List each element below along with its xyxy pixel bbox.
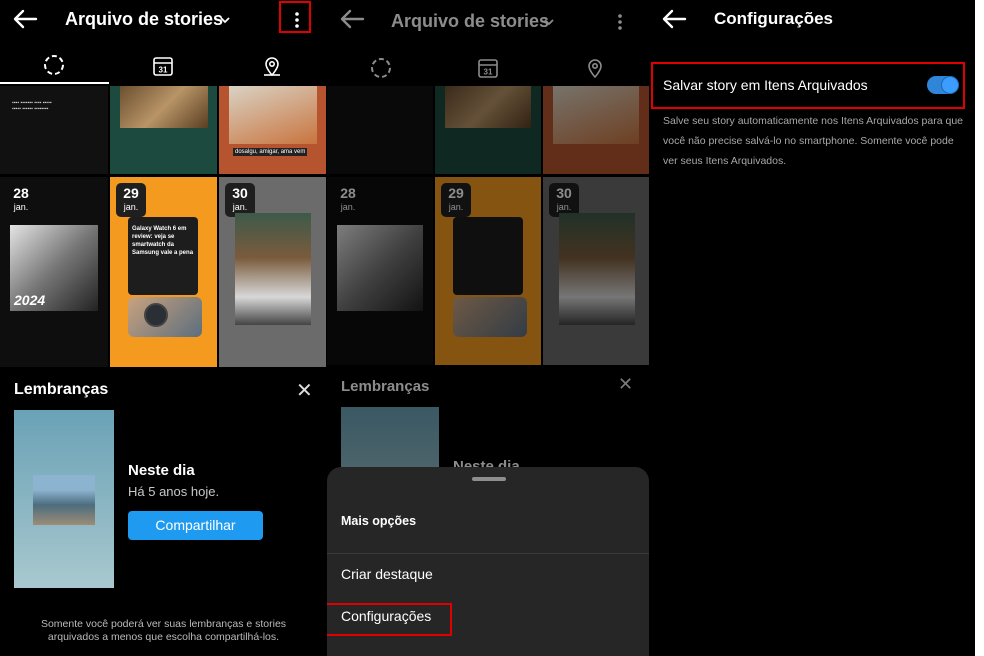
- date-badge: 29 jan.: [441, 183, 471, 217]
- chevron-down-icon[interactable]: [219, 15, 231, 25]
- dimmed-background: Arquivo de stories 31 28 jan. 29 jan. 30…: [327, 0, 649, 477]
- archive-tabs: 31: [0, 48, 327, 84]
- close-icon[interactable]: ✕: [618, 374, 633, 395]
- story-tile[interactable]: 30 jan.: [543, 177, 649, 365]
- date-badge: 30 jan.: [549, 183, 579, 217]
- back-arrow-icon[interactable]: [661, 8, 687, 30]
- tab-calendar[interactable]: 31: [434, 50, 541, 86]
- sheet-handle[interactable]: [472, 477, 506, 481]
- memory-subtitle: Há 5 anos hoje.: [128, 484, 220, 499]
- tab-calendar[interactable]: 31: [109, 48, 218, 84]
- highlight-box: [327, 603, 452, 636]
- divider: [327, 553, 649, 554]
- share-button[interactable]: Compartilhar: [128, 511, 263, 540]
- date-badge: 28 jan.: [340, 185, 356, 212]
- calendar-icon: 31: [153, 57, 174, 76]
- memory-heading: Neste dia: [128, 462, 195, 479]
- location-pin-icon: [264, 57, 281, 77]
- story-thumbnail[interactable]: [327, 86, 433, 174]
- page-title: Configurações: [714, 9, 834, 28]
- story-ring-icon: [370, 58, 391, 78]
- story-year: 2024: [14, 292, 46, 308]
- memories-footer: Somente você poderá ver suas lembranças …: [40, 618, 287, 643]
- story-caption: Galaxy Watch 6 em review: veja se smartw…: [132, 226, 194, 256]
- date-badge: 30 jan.: [225, 183, 255, 217]
- svg-text:31: 31: [483, 68, 492, 77]
- archive-setting-label: Salvar story em Itens Arquivados: [663, 77, 868, 93]
- story-tile[interactable]: 30 jan.: [219, 177, 326, 367]
- tab-map[interactable]: [541, 50, 648, 86]
- memories-title: Lembranças: [341, 378, 430, 395]
- story-tile[interactable]: 29 jan.: [435, 177, 541, 365]
- story-thumbnail[interactable]: [543, 86, 649, 174]
- back-arrow-icon[interactable]: [12, 8, 38, 30]
- story-thumbnail[interactable]: ▪▪▪▪ ▪▪▪▪▪▪▪ ▪▪▪▪ ▪▪▪▪▪ ▪▪▪▪▪ ▪▪▪▪▪▪ ▪▪▪▪…: [0, 86, 108, 174]
- memory-thumbnail[interactable]: [14, 410, 114, 588]
- toggle-knob: [942, 77, 958, 93]
- story-tile[interactable]: 28 jan. 2024: [0, 177, 108, 367]
- location-pin-icon: [588, 59, 602, 79]
- story-ring-icon: [44, 55, 65, 75]
- tab-stories[interactable]: [327, 50, 434, 86]
- save-to-archive-toggle[interactable]: [927, 76, 959, 94]
- calendar-icon: 31: [478, 59, 498, 78]
- story-tile[interactable]: 29 jan. Galaxy Watch 6 em review: veja s…: [110, 177, 217, 367]
- chevron-down-icon[interactable]: [543, 17, 555, 27]
- page-title[interactable]: Arquivo de stories: [391, 11, 549, 32]
- tab-stories[interactable]: [0, 48, 109, 84]
- highlight-box: [279, 1, 311, 33]
- date-badge: 28 jan.: [13, 185, 29, 212]
- story-thumbnail[interactable]: dosalgu, amigar, ama vem: [219, 86, 326, 174]
- memories-title: Lembranças: [14, 381, 109, 398]
- setting-description: Salve seu story automaticamente nos Iten…: [663, 115, 964, 167]
- archive-panel-menu: Arquivo de stories 31 28 jan. 29 jan. 30…: [327, 0, 649, 656]
- more-options-icon[interactable]: [608, 8, 632, 36]
- tab-map[interactable]: [218, 48, 327, 84]
- archive-panel: Arquivo de stories 31 ▪▪▪▪ ▪▪▪▪▪▪▪ ▪▪▪▪ …: [0, 0, 327, 656]
- settings-panel: Configurações Salvar story em Itens Arqu…: [649, 0, 975, 656]
- sheet-section-title: Mais opções: [341, 514, 417, 528]
- archive-tabs: 31: [327, 50, 649, 86]
- header: Arquivo de stories: [0, 0, 327, 40]
- page-title[interactable]: Arquivo de stories: [65, 9, 223, 30]
- back-arrow-icon[interactable]: [339, 8, 365, 30]
- menu-item-create-highlight[interactable]: Criar destaque: [341, 566, 433, 582]
- story-tile[interactable]: 28 jan.: [327, 177, 433, 365]
- story-thumbnail[interactable]: [435, 86, 541, 174]
- svg-text:31: 31: [159, 66, 168, 75]
- close-icon[interactable]: ✕: [296, 378, 313, 403]
- date-badge: 29 jan.: [116, 183, 146, 217]
- story-thumbnail[interactable]: [110, 86, 217, 174]
